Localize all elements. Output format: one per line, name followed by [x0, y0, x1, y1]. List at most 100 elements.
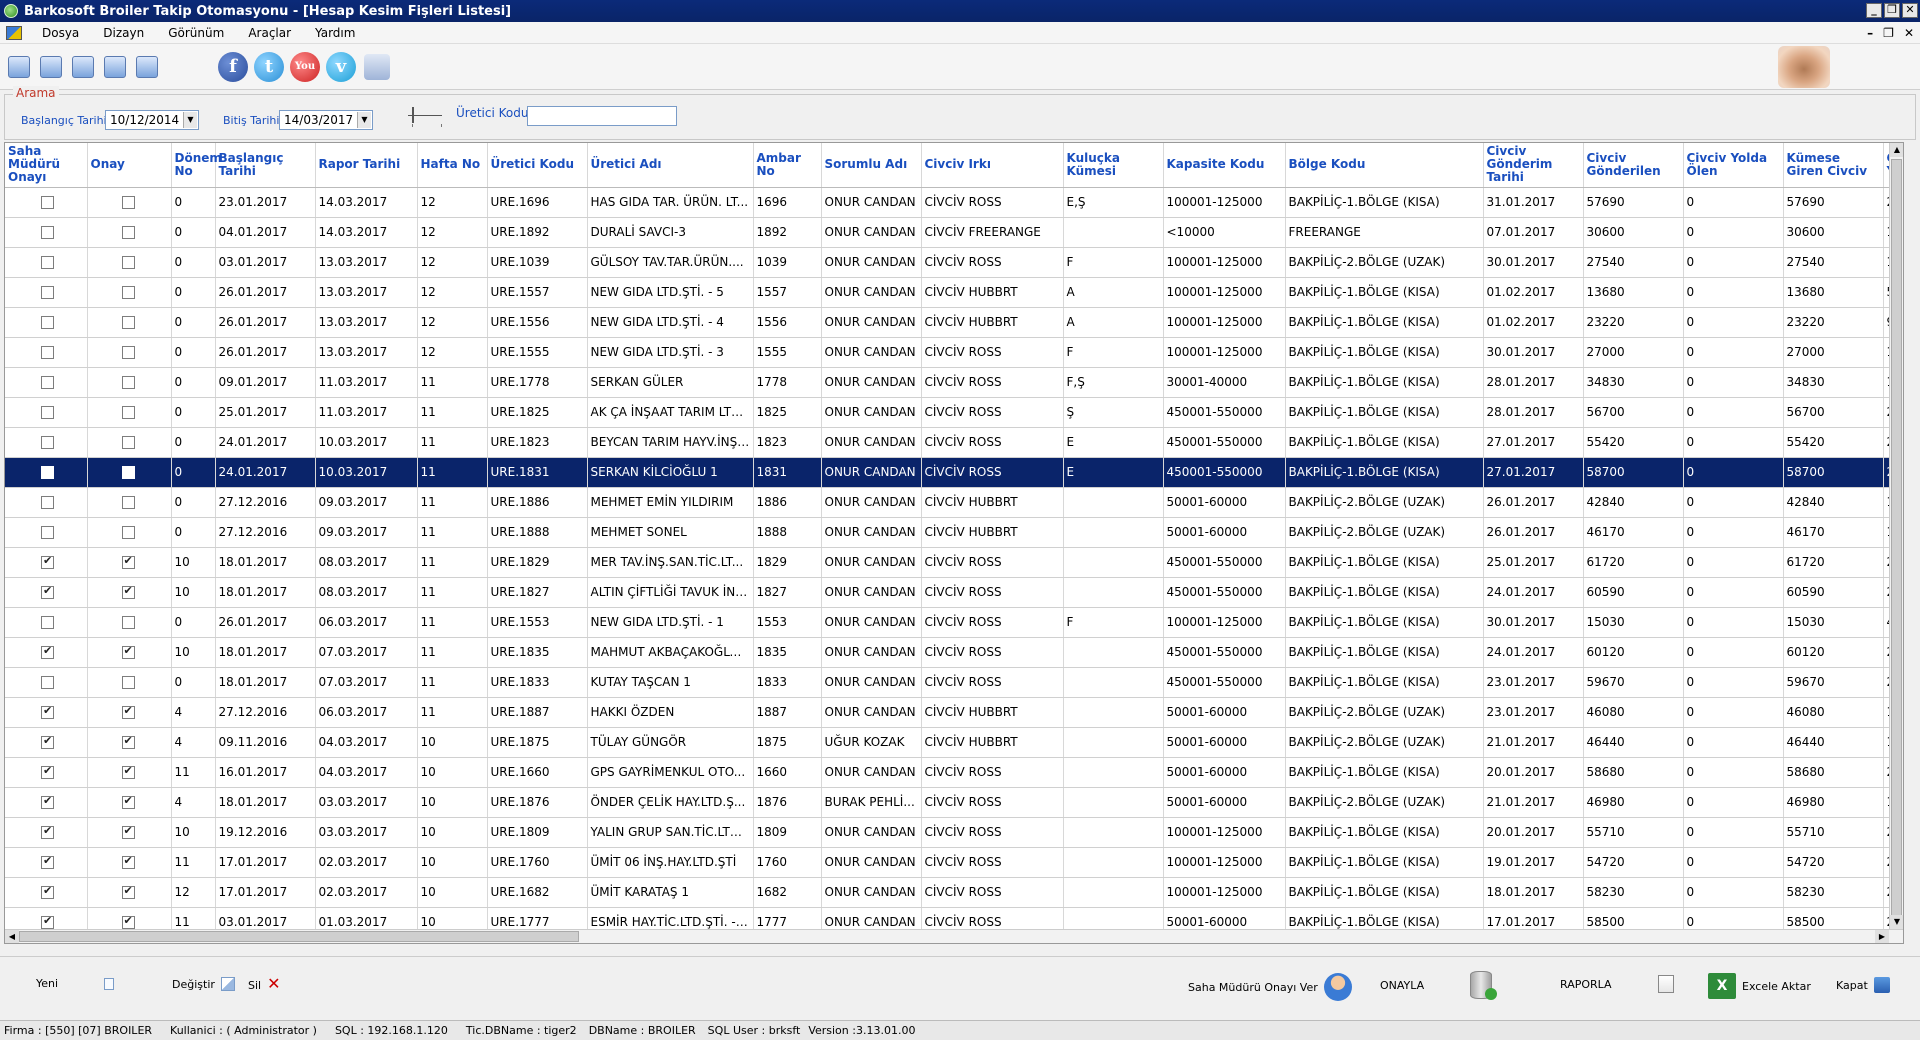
approval-checkbox[interactable]: [121, 196, 135, 209]
field-approval-checkbox[interactable]: [41, 256, 54, 269]
scroll-right-icon[interactable]: ▶: [1875, 930, 1889, 943]
close-form-button[interactable]: Kapat: [1836, 977, 1890, 993]
approval-checkbox[interactable]: [121, 704, 135, 719]
table-row[interactable]: 427.12.201606.03.201711URE.1887HAKKI ÖZD…: [5, 697, 1903, 728]
approval-checkbox[interactable]: [121, 496, 135, 509]
approval-checkbox[interactable]: [121, 734, 135, 749]
mdi-child-icon[interactable]: [6, 25, 22, 40]
column-header[interactable]: Kümese Giren Civciv: [1783, 143, 1884, 188]
approval-checkbox[interactable]: [121, 884, 135, 899]
approval-checkbox[interactable]: [121, 584, 135, 599]
table-row[interactable]: 0 26.01.2017 13.03.2017 12 URE.1557 NEW GIDA …: [5, 277, 1903, 308]
slider-control[interactable]: [408, 104, 442, 128]
approval-checkbox[interactable]: [121, 226, 135, 239]
field-approval-checkbox[interactable]: [41, 644, 54, 659]
table-row[interactable]: 0 24.01.2017 10.03.2017 11 URE.1823 BEYCAN TA…: [5, 427, 1903, 458]
field-approval-checkbox[interactable]: [41, 226, 54, 239]
field-approval-checkbox[interactable]: [41, 496, 54, 509]
column-header[interactable]: Dönem No: [171, 143, 222, 188]
table-row[interactable]: 418.01.201703.03.201710URE.1876ÖNDER ÇEL…: [5, 787, 1903, 818]
approval-checkbox[interactable]: [121, 526, 135, 539]
start-date-dropdown-icon[interactable]: ▼: [183, 112, 197, 128]
field-approval-checkbox[interactable]: [41, 704, 54, 719]
column-header[interactable]: Civciv Yolda Ölen: [1683, 143, 1784, 188]
approval-checkbox[interactable]: [121, 436, 135, 449]
field-approval-checkbox[interactable]: [41, 436, 54, 449]
report-button[interactable]: RAPORLA: [1560, 975, 1674, 993]
close-button[interactable]: ✕: [1902, 3, 1918, 18]
table-row[interactable]: 1018.01.201707.03.201711URE.1835MAHMUT A…: [5, 637, 1903, 668]
start-date-input[interactable]: 10/12/2014 ▼: [105, 110, 199, 130]
table-row[interactable]: 1019.12.201603.03.201710URE.1809YALIN GR…: [5, 817, 1903, 848]
new-button[interactable]: Yeni: [36, 977, 115, 990]
mdi-close-button[interactable]: ✕: [1904, 26, 1914, 40]
field-approval-checkbox[interactable]: [41, 554, 54, 569]
field-approval-checkbox[interactable]: [41, 616, 54, 629]
field-approval-checkbox[interactable]: [41, 734, 54, 749]
horizontal-scroll-thumb[interactable]: [19, 931, 579, 942]
twitter-icon[interactable]: t: [254, 51, 284, 82]
globe-icon[interactable]: [104, 55, 126, 78]
approval-checkbox[interactable]: [121, 764, 135, 779]
field-approval-checkbox[interactable]: [41, 884, 54, 899]
mdi-restore-button[interactable]: ❐: [1883, 26, 1894, 40]
table-row[interactable]: 0 26.01.2017 13.03.2017 12 URE.1556 NEW GIDA …: [5, 307, 1903, 338]
end-date-input[interactable]: 14/03/2017 ▼: [279, 110, 373, 130]
table-row[interactable]: 0 26.01.2017 06.03.2017 11 URE.1553 NEW GIDA …: [5, 607, 1903, 638]
producer-code-input[interactable]: [527, 106, 677, 126]
approval-checkbox[interactable]: [121, 676, 135, 689]
minimize-button[interactable]: _: [1866, 3, 1882, 18]
field-manager-approve-button[interactable]: Saha Müdürü Onayı Ver: [1188, 973, 1352, 1001]
column-header[interactable]: Üretici Adı: [587, 143, 754, 188]
field-approval-checkbox[interactable]: [41, 376, 54, 389]
field-approval-checkbox[interactable]: [41, 346, 54, 359]
menu-yardim[interactable]: Yardım: [303, 26, 367, 40]
table-row[interactable]: 0 03.01.2017 13.03.2017 12 URE.1039 GÜLSOY TA…: [5, 247, 1903, 278]
vertical-scroll-thumb[interactable]: [1891, 159, 1902, 929]
menu-araclar[interactable]: Araçlar: [236, 26, 303, 40]
column-header[interactable]: Saha Müdürü Onayı: [5, 143, 88, 188]
column-header[interactable]: Üretici Kodu: [487, 143, 588, 188]
vertical-scrollbar[interactable]: ▲ ▼: [1889, 143, 1903, 943]
table-row[interactable]: 1116.01.201704.03.201710URE.1660GPS GAYR…: [5, 757, 1903, 788]
restore-button[interactable]: ❐: [1884, 3, 1900, 18]
field-approval-checkbox[interactable]: [41, 676, 54, 689]
field-approval-checkbox[interactable]: [41, 764, 54, 779]
approval-checkbox[interactable]: [121, 644, 135, 659]
refresh-icon[interactable]: [40, 55, 62, 78]
exit-icon[interactable]: [136, 55, 158, 78]
scroll-up-icon[interactable]: ▲: [1890, 143, 1903, 157]
table-row[interactable]: 0 25.01.2017 11.03.2017 11 URE.1825 AK ÇA İNŞ…: [5, 397, 1903, 428]
approval-checkbox[interactable]: [121, 376, 135, 389]
table-row[interactable]: 0 09.01.2017 11.03.2017 11 URE.1778 SERKAN GÜ…: [5, 367, 1903, 398]
field-approval-checkbox[interactable]: [41, 526, 54, 539]
field-approval-checkbox[interactable]: [41, 286, 54, 299]
excel-export-button[interactable]: X Excele Aktar: [1708, 973, 1811, 999]
column-header[interactable]: Hafta No: [417, 143, 488, 188]
table-row[interactable]: 1018.01.201708.03.201711URE.1827ALTIN Çİ…: [5, 577, 1903, 608]
calculator-icon[interactable]: [72, 55, 94, 78]
facebook-icon[interactable]: f: [218, 51, 248, 82]
approval-checkbox[interactable]: [121, 914, 135, 929]
table-row[interactable]: 0 18.01.2017 07.03.2017 11 URE.1833 KUTAY TAŞ…: [5, 667, 1903, 698]
column-header[interactable]: Civciv Irkı: [921, 143, 1064, 188]
approval-checkbox[interactable]: [121, 554, 135, 569]
approval-checkbox[interactable]: [121, 854, 135, 869]
youtube-icon[interactable]: You: [290, 51, 320, 82]
approval-checkbox[interactable]: [121, 466, 135, 479]
table-row[interactable]: 0 26.01.2017 13.03.2017 12 URE.1555 NEW GIDA …: [5, 337, 1903, 368]
column-header[interactable]: Bölge Kodu: [1285, 143, 1484, 188]
approval-checkbox[interactable]: [121, 286, 135, 299]
field-approval-checkbox[interactable]: [41, 316, 54, 329]
column-header[interactable]: Ambar No: [753, 143, 822, 188]
approval-checkbox[interactable]: [121, 794, 135, 809]
approval-checkbox[interactable]: [121, 406, 135, 419]
column-header[interactable]: Sorumlu Adı: [821, 143, 922, 188]
column-header[interactable]: Kapasite Kodu: [1163, 143, 1286, 188]
table-row[interactable]: 0 04.01.2017 14.03.2017 12 URE.1892 DURALİ SA…: [5, 217, 1903, 248]
like-icon[interactable]: [364, 53, 390, 80]
field-approval-checkbox[interactable]: [41, 854, 54, 869]
field-approval-checkbox[interactable]: [41, 584, 54, 599]
scroll-down-icon[interactable]: ▼: [1890, 915, 1903, 929]
vimeo-icon[interactable]: v: [326, 51, 356, 82]
